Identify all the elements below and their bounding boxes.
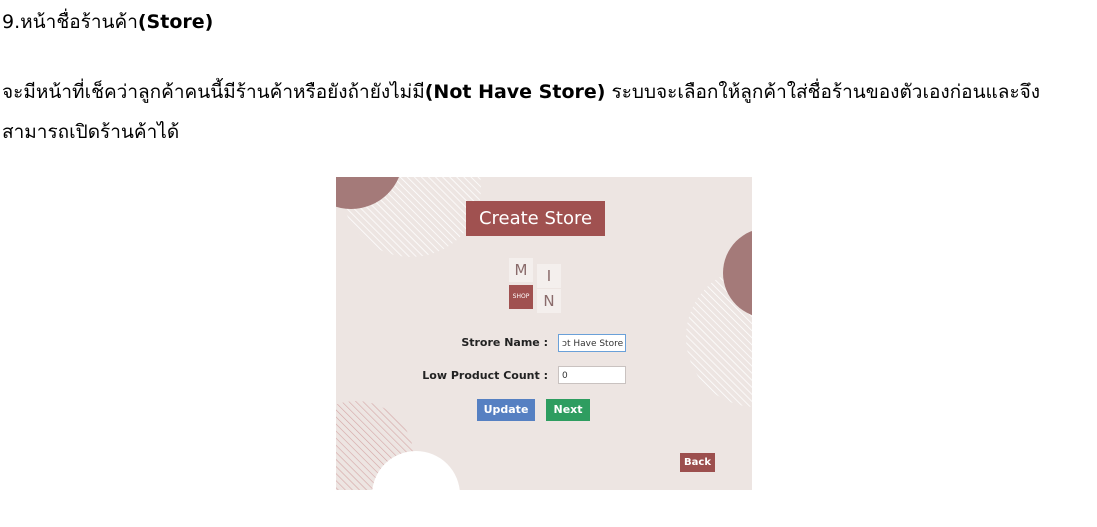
- logo-n: N: [537, 289, 561, 313]
- logo-shop: SHOP: [509, 285, 533, 309]
- heading-text: หน้าชื่อร้านค้า: [20, 11, 138, 33]
- update-button[interactable]: Update: [477, 399, 535, 421]
- next-button[interactable]: Next: [546, 399, 590, 421]
- logo-m: M: [509, 258, 533, 282]
- heading-bold: (Store): [137, 11, 214, 33]
- para-bold: (Not Have Store): [424, 81, 606, 103]
- para-part1: จะมีหน้าที่เช็คว่าลูกค้าคนนี้มีร้านค้าหร…: [2, 81, 425, 103]
- heading-number: 9.: [2, 11, 21, 33]
- description-paragraph: จะมีหน้าที่เช็คว่าลูกค้าคนนี้มีร้านค้าหร…: [2, 72, 1094, 152]
- back-button[interactable]: Back: [680, 453, 715, 472]
- section-heading: 9.หน้าชื่อร้านค้า(Store): [2, 8, 213, 36]
- low-product-count-input[interactable]: 0: [558, 366, 626, 384]
- low-product-count-label: Low Product Count :: [422, 369, 548, 382]
- create-store-screenshot: Create Store M I SHOP N Strore Name : ɔt…: [336, 177, 752, 490]
- store-name-input[interactable]: ɔt Have Store: [558, 334, 626, 352]
- store-name-label: Strore Name :: [461, 336, 548, 349]
- logo-i: I: [537, 264, 561, 288]
- create-store-title: Create Store: [466, 201, 605, 236]
